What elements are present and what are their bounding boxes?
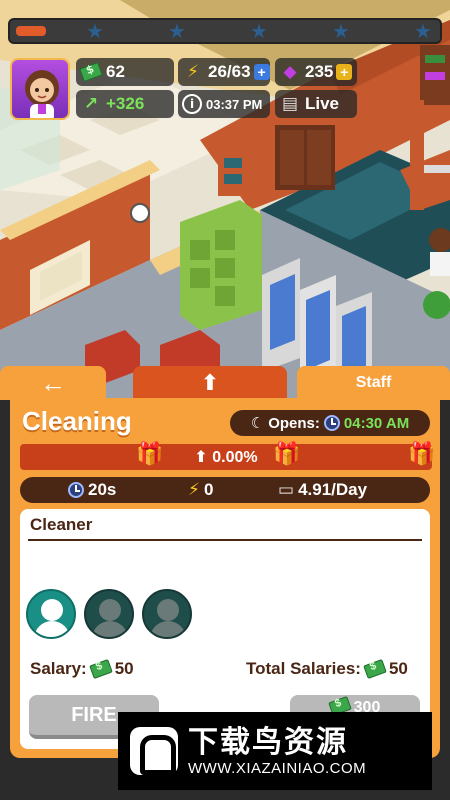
opens-time: 04:30 AM bbox=[343, 414, 410, 432]
staff-head-icon bbox=[41, 599, 63, 621]
cash-counter: 62 bbox=[76, 58, 174, 86]
add-energy-button[interactable]: + bbox=[253, 64, 270, 80]
watermark-url: WWW.XIAZAINIAO.COM bbox=[188, 759, 367, 777]
energy-value: 26/63 bbox=[208, 62, 251, 81]
tab-staff[interactable]: Staff bbox=[297, 366, 450, 400]
total-salaries-info: Total Salaries: 50 bbox=[246, 659, 408, 679]
watermark-text: 下载鸟资源 WWW.XIAZAINIAO.COM bbox=[188, 724, 367, 777]
staff-role-title: Cleaner bbox=[30, 515, 93, 534]
back-tab[interactable]: ← bbox=[0, 366, 106, 400]
trend-up-icon: ↗ bbox=[83, 94, 99, 114]
upgrade-tab[interactable]: ⬆ bbox=[133, 366, 287, 400]
gem-counter[interactable]: ◆ 235 + bbox=[275, 58, 357, 86]
opening-hours-badge: ☾ Opens: 04:30 AM bbox=[230, 410, 430, 436]
energy-cost-value: 0 bbox=[203, 480, 214, 499]
stat-duration: 20s bbox=[68, 480, 116, 500]
duration-value: 20s bbox=[88, 480, 117, 499]
level-progress-fill bbox=[16, 26, 46, 36]
level-progress-bar: ★ ★ ★ ★ ★ bbox=[8, 18, 442, 44]
staff-head-icon bbox=[99, 599, 121, 621]
watermark-name: 下载鸟资源 bbox=[188, 724, 348, 760]
info-icon[interactable]: i bbox=[182, 94, 202, 114]
clock-display[interactable]: i 03:37 PM bbox=[178, 90, 270, 118]
site-watermark: 下载鸟资源 WWW.XIAZAINIAO.COM bbox=[118, 712, 432, 790]
progress-star-icon: ★ bbox=[86, 19, 104, 43]
lightning-icon: ⚡ bbox=[188, 480, 200, 500]
progress-star-icon: ★ bbox=[332, 19, 350, 43]
energy-counter[interactable]: ⚡ 26/63 + bbox=[178, 58, 270, 86]
stat-rate: ▭ 4.91/Day bbox=[278, 480, 367, 500]
progress-star-icon: ★ bbox=[250, 19, 268, 43]
progress-star-icon: ★ bbox=[414, 19, 432, 43]
fire-label: FIRE bbox=[71, 703, 117, 726]
progress-star-icon: ★ bbox=[168, 19, 186, 43]
bed-icon: ▭ bbox=[278, 480, 295, 500]
cash-icon bbox=[363, 659, 387, 679]
gem-icon: ◆ bbox=[283, 62, 297, 82]
up-arrow-icon: ⬆ bbox=[194, 447, 208, 466]
staff-slot-empty[interactable] bbox=[142, 589, 192, 639]
department-title: Cleaning bbox=[22, 406, 132, 436]
divider bbox=[28, 539, 422, 541]
income-counter: ↗ +326 bbox=[76, 90, 174, 118]
staff-head-icon bbox=[157, 599, 179, 621]
staff-slot-filled[interactable] bbox=[26, 589, 76, 639]
income-value: +326 bbox=[106, 94, 145, 113]
moon-icon: ☾ bbox=[250, 414, 265, 432]
gift-icon[interactable]: 🎁 bbox=[408, 442, 435, 468]
live-label: Live bbox=[305, 94, 340, 113]
staff-body-icon bbox=[34, 621, 70, 637]
boost-bar: 🎁 ⬆ 0.00% 🎁 🎁 bbox=[20, 442, 435, 470]
manager-avatar-icon bbox=[25, 70, 59, 118]
upgrade-arrow-icon: ⬆ bbox=[200, 370, 220, 396]
staff-slot-empty[interactable] bbox=[84, 589, 134, 639]
boost-value-row: ⬆ 0.00% bbox=[20, 447, 432, 467]
salary-label: Salary: bbox=[30, 659, 87, 678]
clock-icon bbox=[68, 482, 84, 498]
staff-body-icon bbox=[92, 621, 128, 637]
department-stats: 20s ⚡ 0 ▭ 4.91/Day bbox=[20, 477, 430, 503]
add-gems-button[interactable]: + bbox=[336, 64, 353, 80]
rate-value: 4.91/Day bbox=[298, 480, 368, 499]
boost-value: 0.00% bbox=[212, 449, 258, 466]
salary-info: Salary: 50 bbox=[30, 659, 134, 679]
gift-icon[interactable]: 🎁 bbox=[273, 442, 300, 468]
watermark-logo-icon bbox=[130, 727, 178, 775]
salary-value: 50 bbox=[114, 659, 134, 678]
cash-icon bbox=[79, 61, 103, 83]
live-button[interactable]: ▤ Live bbox=[275, 90, 357, 118]
back-arrow-icon: ← bbox=[40, 367, 66, 398]
opens-label: Opens: bbox=[268, 414, 320, 432]
stat-energy: ⚡ 0 bbox=[188, 480, 213, 500]
clock-icon bbox=[323, 415, 340, 431]
staff-body-icon bbox=[150, 621, 186, 637]
staff-tab-label: Staff bbox=[355, 374, 392, 391]
total-salaries-value: 50 bbox=[388, 659, 408, 678]
lightning-icon: ⚡ bbox=[187, 62, 199, 82]
cash-value: 62 bbox=[106, 62, 125, 81]
gem-value: 235 bbox=[305, 62, 334, 81]
game-time: 03:37 PM bbox=[206, 96, 263, 112]
total-salaries-label: Total Salaries: bbox=[246, 659, 361, 678]
cash-stack-icon: ▤ bbox=[281, 94, 299, 114]
manager-avatar[interactable] bbox=[10, 58, 70, 120]
cash-icon bbox=[88, 659, 113, 679]
